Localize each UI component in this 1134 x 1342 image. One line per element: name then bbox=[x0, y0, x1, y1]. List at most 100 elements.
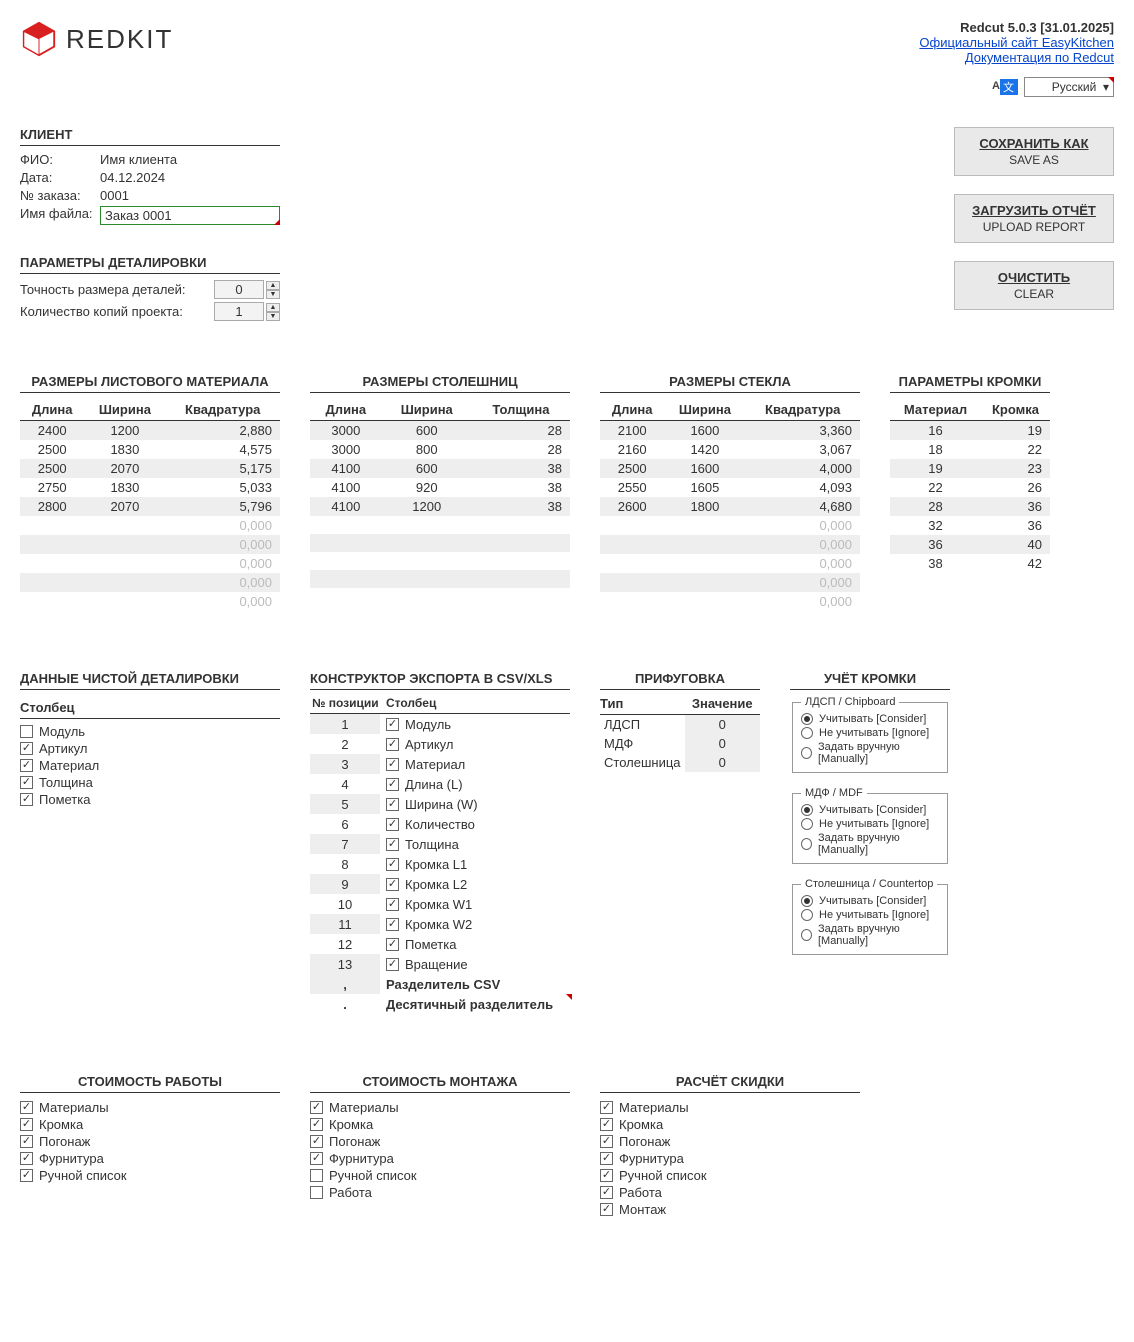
table-cell[interactable]: 0,000 bbox=[745, 516, 860, 535]
table-cell[interactable]: 36 bbox=[981, 497, 1050, 516]
checkbox[interactable] bbox=[20, 1101, 33, 1114]
table-cell[interactable]: 1830 bbox=[84, 478, 165, 497]
table-cell[interactable]: 600 bbox=[382, 421, 472, 441]
export-pos[interactable]: 10 bbox=[310, 894, 380, 914]
checkbox[interactable] bbox=[310, 1186, 323, 1199]
table-cell[interactable] bbox=[84, 516, 165, 535]
table-cell[interactable]: 4,575 bbox=[165, 440, 280, 459]
table-cell[interactable]: 1200 bbox=[84, 421, 165, 441]
export-col-cell[interactable]: Кромка W2 bbox=[380, 914, 570, 934]
table-cell[interactable]: 2550 bbox=[600, 478, 664, 497]
table-cell[interactable]: 0,000 bbox=[165, 516, 280, 535]
table-cell[interactable] bbox=[382, 588, 472, 606]
export-col-cell[interactable]: Толщина bbox=[380, 834, 570, 854]
check-row[interactable]: Работа bbox=[600, 1184, 860, 1201]
table-cell[interactable]: 2600 bbox=[600, 497, 664, 516]
checkbox[interactable] bbox=[386, 878, 399, 891]
table-cell[interactable] bbox=[382, 552, 472, 570]
table-cell[interactable]: 0,000 bbox=[745, 535, 860, 554]
edge-radio-row[interactable]: Задать вручную [Manually] bbox=[801, 740, 939, 766]
copies-input[interactable]: 1 bbox=[214, 302, 264, 321]
table-cell[interactable]: 2070 bbox=[84, 459, 165, 478]
table-cell[interactable] bbox=[20, 573, 84, 592]
table-cell[interactable]: 2500 bbox=[20, 440, 84, 459]
export-col-cell[interactable]: Материал bbox=[380, 754, 570, 774]
table-cell[interactable] bbox=[310, 534, 382, 552]
table-cell[interactable]: 1605 bbox=[664, 478, 745, 497]
table-cell[interactable]: 2100 bbox=[600, 421, 664, 441]
table-cell[interactable]: 38 bbox=[890, 554, 981, 573]
table-cell[interactable] bbox=[382, 534, 472, 552]
edge-radio-row[interactable]: Учитывать [Consider] bbox=[801, 894, 939, 908]
check-row[interactable]: Толщина bbox=[20, 774, 280, 791]
table-cell[interactable]: 5,796 bbox=[165, 497, 280, 516]
check-row[interactable]: Фурнитура bbox=[600, 1150, 860, 1167]
table-cell[interactable] bbox=[664, 592, 745, 611]
radio[interactable] bbox=[801, 727, 813, 739]
edge-radio-row[interactable]: Учитывать [Consider] bbox=[801, 712, 939, 726]
check-row[interactable]: Монтаж bbox=[600, 1201, 860, 1218]
export-col-cell[interactable]: Модуль bbox=[380, 714, 570, 734]
checkbox[interactable] bbox=[386, 938, 399, 951]
export-pos[interactable]: 3 bbox=[310, 754, 380, 774]
check-row[interactable]: Материал bbox=[20, 757, 280, 774]
radio[interactable] bbox=[801, 804, 813, 816]
export-pos[interactable]: 11 bbox=[310, 914, 380, 934]
checkbox[interactable] bbox=[386, 758, 399, 771]
language-select[interactable]: Русский ▾ bbox=[1024, 77, 1114, 97]
checkbox[interactable] bbox=[310, 1101, 323, 1114]
edge-radio-row[interactable]: Задать вручную [Manually] bbox=[801, 831, 939, 857]
table-cell[interactable] bbox=[20, 535, 84, 554]
check-row[interactable]: Работа bbox=[310, 1184, 570, 1201]
date-value[interactable]: 04.12.2024 bbox=[100, 170, 280, 185]
table-cell[interactable]: 4100 bbox=[310, 497, 382, 516]
checkbox[interactable] bbox=[310, 1152, 323, 1165]
check-row[interactable]: Материалы bbox=[310, 1099, 570, 1116]
table-cell[interactable]: 1830 bbox=[84, 440, 165, 459]
checkbox[interactable] bbox=[386, 718, 399, 731]
table-cell[interactable] bbox=[310, 552, 382, 570]
check-row[interactable]: Пометка bbox=[20, 791, 280, 808]
export-pos[interactable]: 8 bbox=[310, 854, 380, 874]
table-cell[interactable]: 18 bbox=[890, 440, 981, 459]
table-cell[interactable] bbox=[664, 554, 745, 573]
checkbox[interactable] bbox=[600, 1152, 613, 1165]
radio[interactable] bbox=[801, 909, 813, 921]
check-row[interactable]: Модуль bbox=[20, 723, 280, 740]
table-cell[interactable]: 38 bbox=[472, 478, 570, 497]
table-cell[interactable]: 4,093 bbox=[745, 478, 860, 497]
edge-radio-row[interactable]: Не учитывать [Ignore] bbox=[801, 726, 939, 740]
checkbox[interactable] bbox=[386, 898, 399, 911]
export-col-cell[interactable]: Вращение bbox=[380, 954, 570, 974]
table-cell[interactable] bbox=[600, 573, 664, 592]
check-row[interactable]: Ручной список bbox=[20, 1167, 280, 1184]
table-cell[interactable]: 22 bbox=[981, 440, 1050, 459]
checkbox[interactable] bbox=[386, 838, 399, 851]
table-cell[interactable] bbox=[310, 516, 382, 534]
table-cell[interactable]: 1800 bbox=[664, 497, 745, 516]
precision-spinner[interactable]: ▲▼ bbox=[266, 281, 280, 299]
table-cell[interactable] bbox=[600, 535, 664, 554]
checkbox[interactable] bbox=[600, 1203, 613, 1216]
table-cell[interactable] bbox=[472, 552, 570, 570]
table-cell[interactable]: 2400 bbox=[20, 421, 84, 441]
checkbox[interactable] bbox=[600, 1135, 613, 1148]
table-cell[interactable]: 0,000 bbox=[745, 554, 860, 573]
export-pos[interactable]: 2 bbox=[310, 734, 380, 754]
table-cell[interactable]: 36 bbox=[890, 535, 981, 554]
checkbox[interactable] bbox=[20, 759, 33, 772]
table-cell[interactable]: 38 bbox=[472, 497, 570, 516]
table-cell[interactable] bbox=[382, 516, 472, 534]
check-row[interactable]: Фурнитура bbox=[20, 1150, 280, 1167]
checkbox[interactable] bbox=[20, 725, 33, 738]
copies-spinner[interactable]: ▲▼ bbox=[266, 303, 280, 321]
table-cell[interactable]: 0,000 bbox=[165, 535, 280, 554]
upload-report-button[interactable]: ЗАГРУЗИТЬ ОТЧЁТ UPLOAD REPORT bbox=[954, 194, 1114, 243]
checkbox[interactable] bbox=[386, 798, 399, 811]
checkbox[interactable] bbox=[600, 1118, 613, 1131]
table-cell[interactable] bbox=[600, 592, 664, 611]
table-cell[interactable]: 0,000 bbox=[165, 554, 280, 573]
table-cell[interactable]: 4100 bbox=[310, 459, 382, 478]
table-cell[interactable] bbox=[664, 516, 745, 535]
table-cell[interactable]: 2160 bbox=[600, 440, 664, 459]
